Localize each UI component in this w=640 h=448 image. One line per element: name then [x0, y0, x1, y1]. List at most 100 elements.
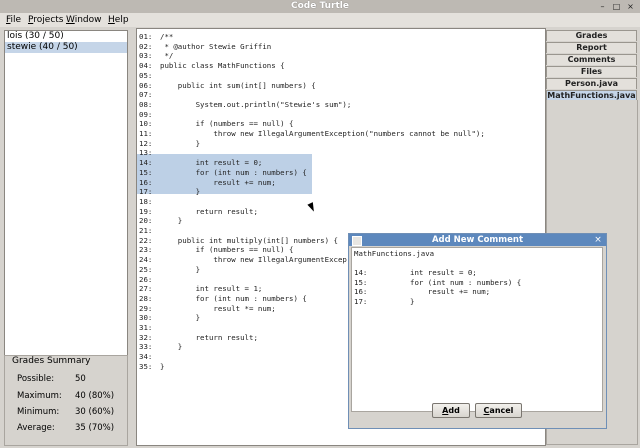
- code-text: }: [160, 187, 201, 197]
- summary-label: Minimum:: [17, 407, 60, 417]
- tab-grades[interactable]: Grades: [546, 30, 637, 41]
- code-text: return result;: [160, 332, 258, 342]
- code-text: }: [410, 297, 415, 307]
- code-text: result *= num;: [160, 303, 276, 313]
- line-number: 06:: [139, 80, 153, 90]
- code-text: return result;: [160, 206, 258, 216]
- line-number: 29:: [139, 303, 153, 313]
- code-text: for (int num : numbers) {: [160, 167, 307, 177]
- line-number: 26:: [139, 274, 153, 284]
- menu-file[interactable]: File: [6, 14, 21, 26]
- summary-label: Maximum:: [17, 391, 62, 401]
- code-line: 17: }: [137, 187, 545, 197]
- code-line: 15: for (int num : numbers) {: [137, 168, 545, 178]
- code-text: public class MathFunctions {: [160, 61, 285, 71]
- code-text: int result = 1;: [160, 284, 263, 294]
- cancel-button[interactable]: Cancel: [475, 403, 522, 418]
- dialog-title: Add New Comment: [349, 234, 606, 246]
- line-number: 10:: [139, 119, 153, 129]
- code-line: 05:: [137, 71, 545, 81]
- grades-summary-title: Grades Summary: [12, 356, 91, 366]
- tab-files[interactable]: Files: [546, 66, 637, 77]
- line-number: 19:: [139, 206, 153, 216]
- summary-value: 50: [75, 374, 86, 384]
- line-number: 34:: [139, 352, 153, 362]
- summary-value: 35 (70%): [75, 423, 115, 433]
- code-text: */: [160, 51, 174, 61]
- code-text: throw new IllegalArgumentExcep: [160, 255, 347, 265]
- code-text: }: [160, 313, 201, 323]
- code-text: * @author Stewie Griffin: [160, 41, 272, 51]
- tab-person-java[interactable]: Person.java: [546, 78, 637, 89]
- summary-label: Average:: [17, 423, 55, 433]
- line-number: 17:: [354, 297, 368, 307]
- summary-row-minimum: Minimum: 30 (60%): [17, 407, 127, 418]
- menu-window[interactable]: Window: [66, 14, 102, 26]
- code-line: 10: if (numbers == null) {: [137, 119, 545, 129]
- tab-report[interactable]: Report: [546, 42, 637, 53]
- project-item-lois[interactable]: lois (30 / 50): [5, 31, 127, 42]
- window-titlebar[interactable]: Code Turtle – □ ×: [0, 0, 640, 14]
- line-number: 07:: [139, 90, 153, 100]
- line-number: 12:: [139, 138, 153, 148]
- code-text: result += num;: [160, 177, 276, 187]
- code-text: public int sum(int[] numbers) {: [160, 80, 316, 90]
- line-number: 09:: [139, 109, 153, 119]
- add-button[interactable]: Add: [432, 403, 470, 418]
- close-icon[interactable]: ×: [626, 2, 635, 11]
- code-line: 01: /**: [137, 32, 545, 42]
- line-number: 35:: [139, 361, 153, 371]
- code-text: for (int num : numbers) {: [410, 277, 522, 287]
- menu-projects[interactable]: Projects: [28, 14, 64, 26]
- code-line: 03: */: [137, 51, 545, 61]
- line-number: 27:: [139, 284, 153, 294]
- line-number: 28:: [139, 293, 153, 303]
- line-number: 15:: [139, 167, 153, 177]
- line-number: 25:: [139, 264, 153, 274]
- code-line: 20: }: [137, 216, 545, 226]
- project-list[interactable]: lois (30 / 50) stewie (40 / 50): [4, 30, 128, 356]
- line-number: 18:: [139, 196, 153, 206]
- code-text: if (numbers == null) {: [160, 119, 294, 129]
- menu-help[interactable]: Help: [108, 14, 129, 26]
- line-number: 14:: [139, 158, 153, 168]
- line-number: 31:: [139, 323, 153, 332]
- line-number: 01:: [139, 32, 153, 41]
- dialog-file-name: MathFunctions.java: [354, 249, 435, 258]
- summary-label: Possible:: [17, 374, 55, 384]
- line-number: 17:: [139, 187, 153, 197]
- dialog-close-icon[interactable]: ×: [593, 235, 603, 245]
- maximize-icon[interactable]: □: [612, 2, 621, 11]
- code-line: 19: return result;: [137, 207, 545, 217]
- code-line: 18:: [137, 197, 545, 207]
- code-text: }: [160, 342, 183, 352]
- code-line: 04: public class MathFunctions {: [137, 61, 545, 71]
- code-text: /**: [160, 32, 174, 41]
- window-title: Code Turtle: [291, 1, 349, 11]
- code-line: 11: throw new IllegalArgumentException("…: [137, 129, 545, 139]
- line-number: 03:: [139, 51, 153, 61]
- tab-comments[interactable]: Comments: [546, 54, 637, 65]
- line-number: 04:: [139, 61, 153, 71]
- summary-row-maximum: Maximum: 40 (80%): [17, 391, 127, 402]
- line-number: 14:: [354, 268, 368, 277]
- comment-input[interactable]: MathFunctions.java 14: int result = 0; 15:…: [351, 247, 603, 412]
- code-line: 14: int result = 0;: [137, 158, 545, 168]
- minimize-icon[interactable]: –: [598, 2, 607, 11]
- line-number: 32:: [139, 332, 153, 342]
- line-number: 24:: [139, 255, 153, 265]
- code-text: }: [160, 361, 165, 371]
- code-text: public int multiply(int[] numbers) {: [160, 235, 338, 245]
- code-line: 12: }: [137, 139, 545, 149]
- project-item-stewie[interactable]: stewie (40 / 50): [5, 42, 127, 53]
- line-number: 33:: [139, 342, 153, 352]
- line-number: 21:: [139, 226, 153, 235]
- code-line: 16: result += num;: [137, 178, 545, 188]
- code-text: throw new IllegalArgumentException("numb…: [160, 129, 485, 138]
- summary-row-average: Average: 35 (70%): [17, 423, 127, 434]
- add-comment-dialog: Add New Comment × MathFunctions.java 14:…: [348, 233, 607, 429]
- line-number: 11:: [139, 129, 153, 138]
- line-number: 20:: [139, 216, 153, 226]
- line-number: 13:: [139, 148, 153, 158]
- line-number: 23:: [139, 245, 153, 255]
